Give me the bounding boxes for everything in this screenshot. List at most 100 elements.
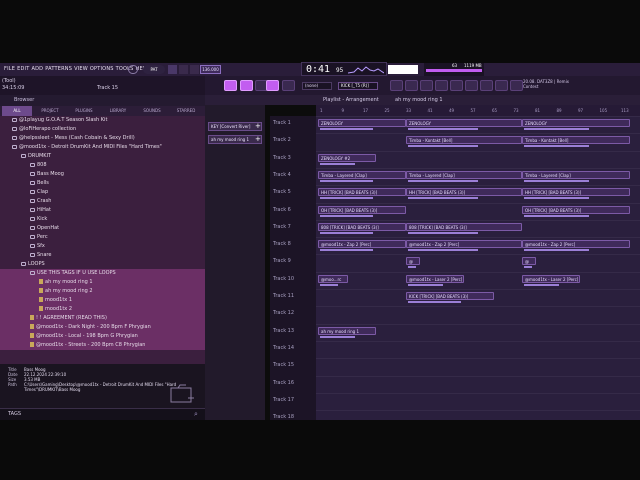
tab-project[interactable]: PROJECT (34, 106, 66, 116)
browser-item[interactable]: Crash (0, 197, 205, 206)
pattern-clip[interactable]: ah my mood ring 1 (318, 326, 376, 335)
pattern-clip[interactable]: Timba - Kontakt [Bell] (406, 136, 522, 145)
pattern-clip[interactable]: ZENOLOGY (406, 119, 522, 127)
menu-item-view[interactable]: VIEW (73, 63, 89, 76)
pattern-clip[interactable]: OH [TRICK] [BAD BEATS (3)] (318, 205, 406, 214)
browser-item[interactable]: @mood1tx - Dark Night - 200 Bpm F Phrygi… (0, 323, 205, 332)
pattern-clip[interactable]: 808 [TRICK] [BAD BEATS (3)] (406, 222, 522, 231)
menu-item-edit[interactable]: EDIT (16, 63, 30, 76)
browser-item[interactable]: OpenHat (0, 224, 205, 233)
browser-item[interactable]: Kick (0, 215, 205, 224)
channel-add-icon-2[interactable]: + (255, 135, 261, 143)
track-label[interactable]: Track 17 (273, 397, 294, 403)
browser-item[interactable]: HiHat (0, 206, 205, 215)
tool-icon-3[interactable] (420, 80, 433, 91)
menu-item-options[interactable]: OPTIONS (89, 63, 115, 76)
track-label[interactable]: Track 15 (273, 362, 294, 368)
pattern-clip[interactable]: HH [TRICK] [BAD BEATS (3)] (522, 188, 630, 197)
pattern-clip[interactable]: @mood1tx - Laser 2 [Perc] (406, 274, 464, 283)
tool-icon-5[interactable] (450, 80, 463, 91)
browser-item[interactable]: Bass Moog (0, 170, 205, 179)
tool-icon-6[interactable] (465, 80, 478, 91)
tempo-display[interactable]: 136.000 (200, 65, 221, 74)
pattern-clip[interactable]: OH [TRICK] [BAD BEATS (3)] (522, 205, 630, 214)
pattern-clip[interactable]: HH [TRICK] [BAD BEATS (3)] (318, 188, 406, 197)
tab-all[interactable]: ALL (2, 106, 32, 116)
mixer-icon[interactable] (282, 80, 295, 91)
browser-item[interactable]: @loFiHerapo collection (0, 125, 205, 134)
pattern-clip[interactable]: ZENOLOGY (522, 119, 630, 127)
pattern-clip[interactable]: Timba - Layered [Clap] (406, 170, 522, 179)
track-label[interactable]: Track 9 (273, 258, 291, 264)
track-label[interactable]: Track 3 (273, 155, 291, 161)
tool-icon-4[interactable] (435, 80, 448, 91)
tool-icon-1[interactable] (390, 80, 403, 91)
pattern-clip[interactable]: HH [TRICK] [BAD BEATS (3)] (406, 188, 522, 197)
browser-item[interactable]: LOOPS (0, 260, 205, 269)
browser-item[interactable]: Bells (0, 179, 205, 188)
browser-item[interactable]: ! ! AGREEMENT (READ THIS) (0, 314, 205, 323)
pattern-select[interactable]: KICK [_T5 (R)] (338, 82, 378, 90)
track-label[interactable]: Track 13 (273, 328, 294, 334)
menu-item-add[interactable]: ADD (30, 63, 44, 76)
pencil-icon[interactable] (266, 80, 279, 91)
tab-plugins[interactable]: PLUGINS (68, 106, 100, 116)
piano-roll-icon[interactable] (224, 80, 237, 91)
tab-starred[interactable]: STARRED (170, 106, 202, 116)
pattern-clip[interactable]: KICK [TRICK] [BAD BEATS (3)] (406, 292, 494, 300)
browser-item[interactable]: mood1tx 1 (0, 296, 205, 305)
track-label[interactable]: Track 14 (273, 345, 294, 351)
pattern-clip[interactable]: 808 [TRICK] [BAD BEATS (3)] (318, 222, 406, 231)
browser-item[interactable]: Sfx (0, 242, 205, 251)
arrow-icon[interactable] (240, 80, 253, 91)
browser-item[interactable]: DRUMKIT (0, 152, 205, 161)
browser-item[interactable]: mood1tx 2 (0, 305, 205, 314)
tab-library[interactable]: LIBRARY (102, 106, 134, 116)
tool-icon-2[interactable] (405, 80, 418, 91)
pattern-clip[interactable]: @mood1tx - Zap 2 [Perc] (318, 240, 406, 249)
browser-item[interactable]: Snare (0, 251, 205, 260)
track-label[interactable]: Track 7 (273, 224, 291, 230)
timeline-ruler[interactable]: 1 9 17 25 33 41 49 57 65 73 81 89 97 105 113 (316, 105, 640, 116)
pattern-clip[interactable]: @mood1tx - Zap 2 [Perc] (522, 240, 630, 249)
tool-icon-9[interactable] (510, 80, 523, 91)
news-panel[interactable]: 20.08. DAT3Z8 | Remix Contest (523, 79, 569, 89)
search-icon[interactable]: ⌕ (194, 410, 198, 419)
track-label[interactable]: Track 10 (273, 276, 294, 282)
browser-search[interactable]: TAGS ⌕ (0, 408, 205, 420)
channel-item[interactable]: ah my mood ring 1 (208, 135, 262, 144)
playlist-grid[interactable]: ZENOLOGY ZENOLOGY ZENOLOGY Timba - Kontakt … (316, 116, 640, 420)
track-label[interactable]: Track 12 (273, 310, 294, 316)
menu-item-patterns[interactable]: PATTERNS (44, 63, 73, 76)
pattern-clip[interactable]: ZENOLOGY #2 (318, 153, 376, 162)
channel-add-icon-1[interactable]: + (255, 122, 261, 130)
browser-item[interactable]: 808 (0, 161, 205, 170)
track-label[interactable]: Track 6 (273, 207, 291, 213)
record-button[interactable] (190, 65, 199, 74)
tool-icon-7[interactable] (480, 80, 493, 91)
browser-item[interactable]: @mood1tx - Local - 198 Bpm G Phrygian (0, 332, 205, 341)
pattern-clip[interactable]: @mood1tx - Zap 2 [Perc] (406, 240, 522, 249)
pattern-clip[interactable]: @moo...rc (318, 274, 348, 283)
track-label[interactable]: Track 8 (273, 241, 291, 247)
play-button[interactable] (168, 65, 177, 74)
pattern-clip[interactable]: Timba - Layered [Clap] (522, 170, 630, 179)
track-label[interactable]: Track 5 (273, 189, 291, 195)
pattern-clip[interactable]: Timba - Layered [Clap] (318, 170, 406, 179)
search-input[interactable]: TAGS (8, 411, 21, 417)
browser-item[interactable]: @mood1tx - Detroit DrumKit And MIDI File… (0, 143, 205, 152)
track-label[interactable]: Track 4 (273, 172, 291, 178)
track-label[interactable]: Track 2 (273, 137, 291, 143)
browser-item[interactable]: Clap (0, 188, 205, 197)
track-label[interactable]: Track 11 (273, 293, 294, 299)
tab-sounds[interactable]: SOUNDS (136, 106, 168, 116)
pat-song-toggle[interactable]: PAT (143, 65, 165, 74)
folder-add-icon[interactable] (170, 384, 196, 404)
pattern-clip[interactable]: @mood1tx - Laser 2 [Perc] (522, 274, 580, 283)
channel-item[interactable]: KEY [Convert River] (208, 122, 262, 131)
browser-item[interactable]: USE THIS TAGS IF U USE LOOPS (0, 269, 205, 278)
browser-item[interactable]: Perc (0, 233, 205, 242)
browser-item[interactable]: ah my mood ring 1 (0, 278, 205, 287)
browser-item[interactable]: @1playug G.O.A.T Season Slash Kit (0, 116, 205, 125)
track-label[interactable]: Track 1 (273, 120, 291, 126)
